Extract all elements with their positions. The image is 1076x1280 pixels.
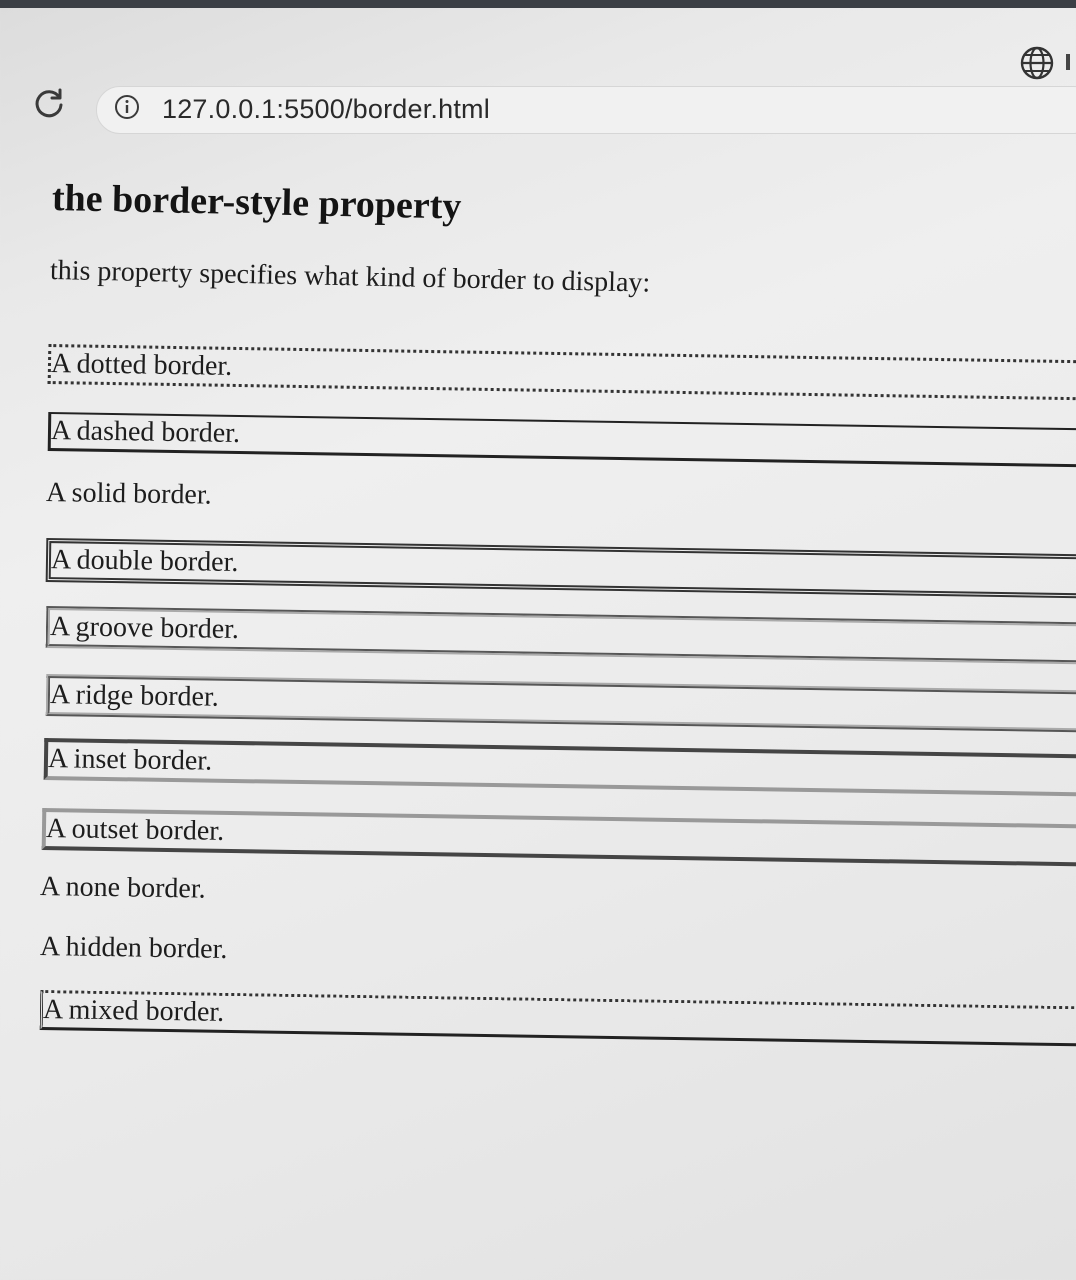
ridge-border-example: A ridge border. (45, 674, 1076, 733)
inset-border-example: A inset border. (43, 738, 1076, 797)
browser-toolbar: 127.0.0.1:5500/border.html (0, 8, 1076, 138)
groove-border-example: A groove border. (45, 606, 1076, 665)
address-url[interactable]: 127.0.0.1:5500/border.html (162, 92, 490, 126)
outset-border-example: A outset border. (41, 808, 1076, 867)
reload-icon[interactable] (30, 84, 68, 122)
intro-paragraph: this property specifies what kind of bor… (49, 255, 651, 299)
toolbar-overflow-mark (1066, 54, 1070, 70)
dashed-border-example: A dashed border. (47, 412, 1076, 468)
double-border-example: A double border. (45, 538, 1076, 599)
mixed-border-example: A mixed border. (39, 990, 1076, 1047)
hidden-border-example: A hidden border. (39, 931, 228, 965)
window-top-edge (0, 0, 1076, 8)
info-icon[interactable] (112, 92, 142, 122)
page-content: the border-style property this property … (36, 136, 1076, 1280)
dotted-border-example: A dotted border. (47, 344, 1076, 401)
none-border-example: A none border. (39, 871, 206, 905)
solid-border-example: A solid border. (45, 477, 212, 511)
page-heading: the border-style property (51, 177, 462, 228)
globe-icon[interactable] (1018, 44, 1056, 82)
